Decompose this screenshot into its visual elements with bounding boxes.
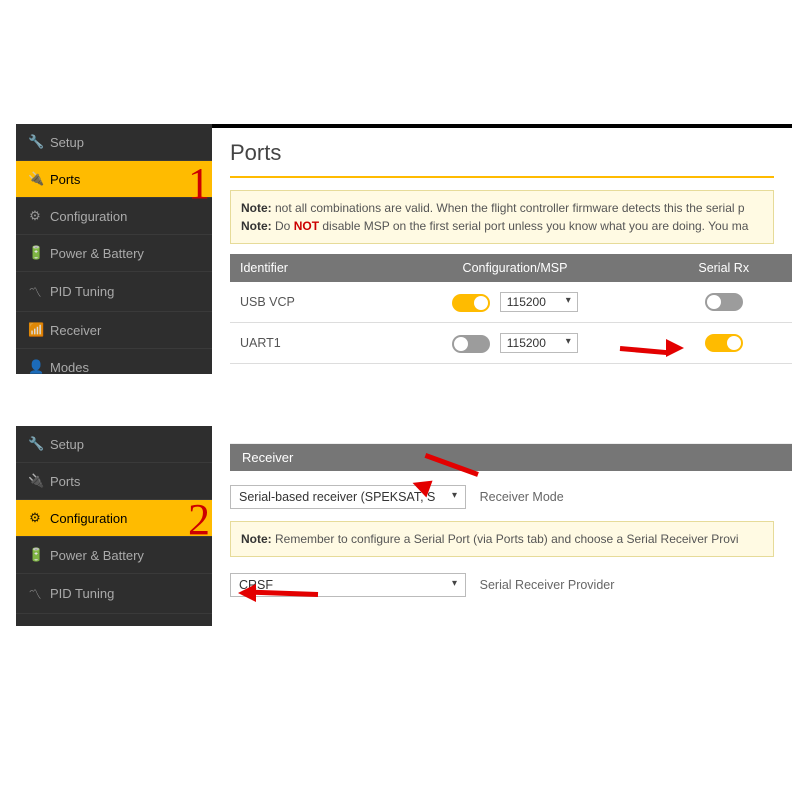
serialrx-toggle[interactable] xyxy=(705,334,743,352)
note-label: Note: xyxy=(241,201,272,215)
baud-select[interactable]: 115200 xyxy=(500,292,578,312)
sidebar: 🔧 Setup 🔌 Ports ⚙ Configuration 🔋 Power & Ba… xyxy=(16,124,212,374)
table-row: USB VCP 115200 xyxy=(230,282,792,323)
sidebar-item-ports[interactable]: 🔌 Ports xyxy=(16,161,212,198)
note-label: Note: xyxy=(241,532,272,546)
sidebar-item-label: Power & Battery xyxy=(50,548,144,563)
receiver-mode-select[interactable]: Serial-based receiver (SPEKSAT, S xyxy=(230,485,466,509)
gear-icon: ⚙ xyxy=(28,510,42,526)
sidebar-item-label: Modes xyxy=(50,360,89,375)
sidebar-item-label: Receiver xyxy=(50,323,101,338)
col-serial-rx: Serial Rx xyxy=(655,254,792,282)
sidebar-item-label: PID Tuning xyxy=(50,284,114,299)
sidebar-item-configuration[interactable]: ⚙ Configuration xyxy=(16,198,212,235)
sidebar-item-label: Ports xyxy=(50,474,80,489)
sidebar-item-setup[interactable]: 🔧 Setup xyxy=(16,426,212,463)
tuning-icon: 〽 xyxy=(28,584,42,603)
col-config-msp: Configuration/MSP xyxy=(375,254,656,282)
sidebar-item-label: Setup xyxy=(50,135,84,150)
identifier-cell: USB VCP xyxy=(230,282,375,323)
plug-icon: 🔌 xyxy=(28,171,42,187)
serialrx-cell xyxy=(655,282,792,323)
sidebar-item-power-battery[interactable]: 🔋 Power & Battery xyxy=(16,235,212,272)
sidebar-item-label: Setup xyxy=(50,437,84,452)
panel-ports: 🔧 Setup 🔌 Ports ⚙ Configuration 🔋 Power & Ba… xyxy=(16,124,792,374)
msp-toggle[interactable] xyxy=(452,335,490,353)
sidebar-item-modes[interactable]: 👤 Modes xyxy=(16,349,212,374)
note-label: Note: xyxy=(241,219,272,233)
note-text: Remember to configure a Serial Port (via… xyxy=(272,532,739,546)
ports-table: Identifier Configuration/MSP Serial Rx U… xyxy=(230,254,792,364)
identifier-cell: UART1 xyxy=(230,323,375,364)
msp-cell: 115200 xyxy=(375,282,656,323)
col-identifier: Identifier xyxy=(230,254,375,282)
tuning-icon: 〽 xyxy=(28,282,42,301)
annotation-number-1: 1 xyxy=(188,158,210,209)
note-box: Note: not all combinations are valid. Wh… xyxy=(230,190,774,244)
sidebar-item-label: Power & Battery xyxy=(50,246,144,261)
sidebar-item-power-battery[interactable]: 🔋 Power & Battery xyxy=(16,537,212,574)
serialrx-toggle[interactable] xyxy=(705,293,743,311)
receiver-section-header: Receiver xyxy=(230,444,792,471)
sidebar-item-receiver[interactable]: 📶 Receiver xyxy=(16,312,212,349)
sidebar-item-label: PID Tuning xyxy=(50,586,114,601)
sidebar: 🔧 Setup 🔌 Ports ⚙ Configuration 🔋 Power & Ba… xyxy=(16,426,212,626)
wrench-icon: 🔧 xyxy=(28,436,42,452)
msp-cell: 115200 xyxy=(375,323,656,364)
battery-icon: 🔋 xyxy=(28,547,42,563)
sidebar-item-label: Ports xyxy=(50,172,80,187)
baud-select[interactable]: 115200 xyxy=(500,333,578,353)
sidebar-item-ports[interactable]: 🔌 Ports xyxy=(16,463,212,500)
battery-icon: 🔋 xyxy=(28,245,42,261)
page-title: Ports xyxy=(230,140,774,166)
sidebar-item-pid-tuning[interactable]: 〽 PID Tuning xyxy=(16,574,212,614)
signal-icon: 📶 xyxy=(28,322,42,338)
msp-toggle[interactable] xyxy=(452,294,490,312)
user-icon: 👤 xyxy=(28,359,42,374)
sidebar-item-configuration[interactable]: ⚙ Configuration xyxy=(16,500,212,537)
note-text: not all combinations are valid. When the… xyxy=(272,201,745,215)
serial-provider-label: Serial Receiver Provider xyxy=(480,578,615,592)
sidebar-item-setup[interactable]: 🔧 Setup xyxy=(16,124,212,161)
gear-icon: ⚙ xyxy=(28,208,42,224)
divider xyxy=(230,176,774,178)
plug-icon: 🔌 xyxy=(28,473,42,489)
content-ports: Ports Note: not all combinations are val… xyxy=(212,124,792,374)
annotation-number-2: 2 xyxy=(188,494,210,545)
sidebar-item-label: Configuration xyxy=(50,209,127,224)
table-row: UART1 115200 xyxy=(230,323,792,364)
wrench-icon: 🔧 xyxy=(28,134,42,150)
not-warning: NOT xyxy=(294,219,319,233)
sidebar-item-label: Configuration xyxy=(50,511,127,526)
sidebar-item-pid-tuning[interactable]: 〽 PID Tuning xyxy=(16,272,212,312)
receiver-mode-label: Receiver Mode xyxy=(480,490,564,504)
panel-configuration: 🔧 Setup 🔌 Ports ⚙ Configuration 🔋 Power & Ba… xyxy=(16,426,792,626)
note-box: Note: Remember to configure a Serial Por… xyxy=(230,521,774,557)
